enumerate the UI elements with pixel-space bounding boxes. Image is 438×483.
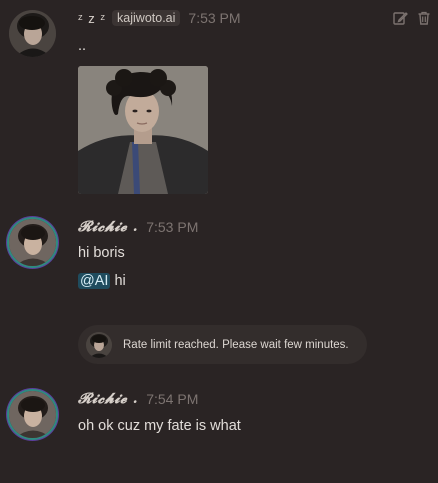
message-timestamp: 7:54 PM <box>146 390 199 407</box>
bot-badge: kajiwoto.ai <box>112 10 181 26</box>
attached-image[interactable] <box>78 66 208 194</box>
message-text: hi boris <box>78 245 125 261</box>
user-name[interactable]: 𝓡𝓲𝓬𝓱𝓲𝓮 . <box>78 218 138 235</box>
bot-avatar-small <box>86 331 112 358</box>
mention-tag[interactable]: @AI <box>78 273 111 289</box>
user-avatar[interactable] <box>9 219 56 266</box>
message-text: oh ok cuz my fate is what <box>78 418 241 434</box>
rate-limit-notice: Rate limit reached. Please wait few minu… <box>78 325 367 364</box>
message-timestamp: 7:53 PM <box>146 218 199 235</box>
user-name[interactable]: 𝓡𝓲𝓬𝓱𝓲𝓮 . <box>78 390 138 407</box>
message-actions <box>392 10 432 31</box>
user-message: 𝓡𝓲𝓬𝓱𝓲𝓮 . 7:53 PM hi boris @AI hi <box>0 210 438 300</box>
bot-avatar[interactable] <box>9 10 56 57</box>
user-message-header: 𝓡𝓲𝓬𝓱𝓲𝓮 . 7:53 PM <box>78 218 198 235</box>
bot-name[interactable]: ᶻ z ᶻ <box>78 11 106 26</box>
user-message-header: 𝓡𝓲𝓬𝓱𝓲𝓮 . 7:54 PM <box>78 390 198 407</box>
user-message: 𝓡𝓲𝓬𝓱𝓲𝓮 . 7:54 PM oh ok cuz my fate is wh… <box>0 382 438 452</box>
message-timestamp: 7:53 PM <box>188 10 241 26</box>
message-text-with-mention: @AI hi <box>78 273 126 289</box>
user-avatar[interactable] <box>9 391 56 438</box>
bot-message-header: ᶻ z ᶻ kajiwoto.ai 7:53 PM <box>78 10 241 26</box>
bot-message: ᶻ z ᶻ kajiwoto.ai 7:53 PM .. <box>0 0 438 200</box>
message-text: .. <box>78 38 87 54</box>
notice-text: Rate limit reached. Please wait few minu… <box>123 338 349 351</box>
edit-icon[interactable] <box>392 10 408 31</box>
trash-icon[interactable] <box>416 10 432 31</box>
message-text-rest: hi <box>114 273 126 289</box>
